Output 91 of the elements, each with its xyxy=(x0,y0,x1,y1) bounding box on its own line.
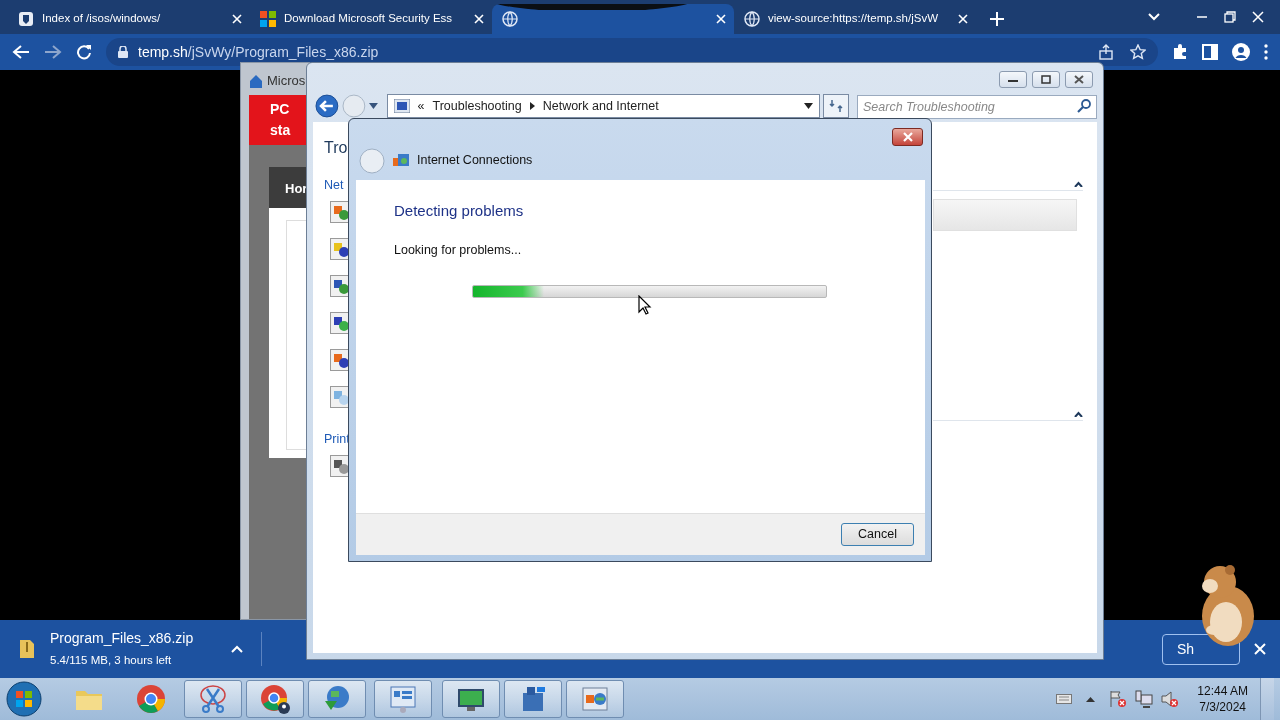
status-text: Looking for problems... xyxy=(394,241,523,259)
banner-text: PC sta xyxy=(249,94,309,145)
chrome-icon[interactable] xyxy=(246,680,304,718)
collapse-icon[interactable] xyxy=(1074,410,1083,417)
dialog-heading: Detecting problems xyxy=(394,201,525,221)
close-icon xyxy=(1072,74,1086,85)
flag-icon[interactable] xyxy=(1109,690,1128,708)
dropdown-icon[interactable] xyxy=(804,103,814,109)
globe-icon xyxy=(502,11,518,27)
troubleshooter-icon[interactable] xyxy=(330,454,350,477)
search-field[interactable]: Search Troubleshooting xyxy=(857,95,1097,119)
cancel-button[interactable]: Cancel xyxy=(841,523,914,546)
maximize-button[interactable] xyxy=(1032,71,1060,88)
minimize-button[interactable] xyxy=(999,71,1027,88)
overflow-chevron[interactable]: « xyxy=(417,96,425,116)
breadcrumb[interactable]: Troubleshooting xyxy=(432,96,522,116)
troubleshooter-icon[interactable] xyxy=(330,237,350,260)
globe-icon xyxy=(744,11,760,27)
chevron-right-icon[interactable] xyxy=(529,102,535,110)
close-button[interactable] xyxy=(1065,71,1093,88)
control-panel-icon xyxy=(393,99,410,113)
file-name: Program_Files_x86.zip xyxy=(50,629,194,649)
window-title: Micros xyxy=(267,72,306,90)
new-tab-icon[interactable] xyxy=(990,12,1004,26)
troubleshooter-icon[interactable] xyxy=(330,311,350,334)
close-icon[interactable] xyxy=(474,14,484,24)
close-icon[interactable] xyxy=(958,14,968,24)
troubleshooter-icon[interactable] xyxy=(330,274,350,297)
back-icon[interactable] xyxy=(12,44,30,60)
restore-icon[interactable] xyxy=(1224,11,1236,23)
house-icon xyxy=(249,73,263,88)
reload-icon[interactable] xyxy=(76,44,92,60)
clock-time: 12:44 AM xyxy=(1197,682,1248,699)
network-icon[interactable] xyxy=(1135,690,1154,708)
menu-icon[interactable] xyxy=(1264,44,1268,60)
clock-date: 7/3/2024 xyxy=(1198,699,1247,716)
search-icon xyxy=(1077,99,1091,113)
refresh-icon xyxy=(829,99,844,113)
maximize-icon xyxy=(1039,74,1053,85)
close-button[interactable] xyxy=(892,128,923,146)
tab-title: view-source:https://temp.sh/jSvW xyxy=(768,12,938,25)
volume-muted-icon[interactable] xyxy=(1161,690,1180,708)
url-text: temp.sh/jSvWy/Program_Files_x86.zip xyxy=(138,42,379,62)
share-icon[interactable] xyxy=(1098,44,1114,60)
dropdown-icon[interactable] xyxy=(368,103,378,109)
close-icon[interactable] xyxy=(716,14,726,24)
monitor-icon[interactable] xyxy=(442,680,500,718)
building-icon[interactable] xyxy=(504,680,562,718)
dialog-title: Internet Connections xyxy=(417,152,533,170)
tiles-logo-icon xyxy=(260,11,276,27)
browser-tab[interactable]: Download Microsoft Security Ess xyxy=(250,4,492,34)
address-field[interactable]: « Troubleshooting Network and Internet xyxy=(386,94,821,118)
start-button[interactable] xyxy=(6,681,42,717)
browser-tab[interactable]: view-source:https://temp.sh/jSvW xyxy=(734,4,976,34)
back-button[interactable] xyxy=(315,94,339,118)
cursor-icon xyxy=(638,295,652,315)
download-status: 5.4/115 MB, 3 hours left xyxy=(50,653,173,669)
control-panel-icon[interactable] xyxy=(374,680,432,718)
section-heading: Print xyxy=(324,430,350,448)
close-icon xyxy=(901,132,914,142)
troubleshooter-icon[interactable] xyxy=(330,200,350,223)
site-icon xyxy=(18,11,34,27)
home-tab[interactable]: Hor xyxy=(269,166,309,208)
browser-tab[interactable]: Index of /isos/windows/ xyxy=(8,4,250,34)
chevron-up-icon[interactable] xyxy=(231,645,244,653)
collapse-icon[interactable] xyxy=(1074,180,1083,187)
close-icon[interactable] xyxy=(1254,643,1266,655)
star-icon[interactable] xyxy=(1130,44,1146,60)
network-icon xyxy=(393,153,409,168)
breadcrumb[interactable]: Network and Internet xyxy=(542,96,659,116)
profile-icon[interactable] xyxy=(1232,43,1250,61)
tab-title: Index of /isos/windows/ xyxy=(42,12,161,25)
side-panel-icon[interactable] xyxy=(1202,44,1218,60)
troubleshooter-icon[interactable] xyxy=(330,348,350,371)
keyboard-icon[interactable] xyxy=(1056,694,1073,704)
puzzle-icon[interactable] xyxy=(1172,44,1188,60)
section-heading: Net xyxy=(324,177,344,194)
refresh-button[interactable] xyxy=(823,94,849,118)
chevron-up-icon[interactable] xyxy=(1086,696,1096,702)
forward-icon[interactable] xyxy=(44,44,62,60)
tab-title: Download Microsoft Security Ess xyxy=(284,12,453,25)
zip-file-icon xyxy=(20,640,34,658)
close-icon[interactable] xyxy=(232,14,242,24)
close-icon[interactable] xyxy=(1252,11,1264,23)
clock[interactable]: 12:44 AM 7/3/2024 xyxy=(1187,682,1252,716)
page-heading: Tro xyxy=(324,138,348,158)
troubleshooter-icon[interactable] xyxy=(330,385,350,408)
chevron-down-icon[interactable] xyxy=(1148,13,1160,21)
lock-icon xyxy=(118,46,128,58)
browser-tab[interactable] xyxy=(492,4,734,34)
download-item[interactable]: Program_Files_x86.zip 5.4/115 MB, 3 hours left xyxy=(20,628,244,670)
